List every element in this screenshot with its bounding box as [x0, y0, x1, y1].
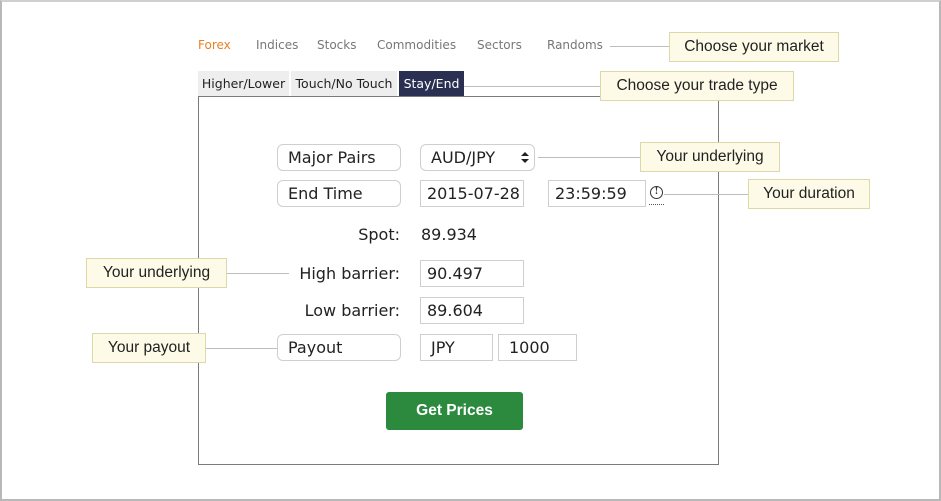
- leader-line-payout: [206, 348, 277, 349]
- callout-your-underlying-left: Your underlying: [86, 258, 227, 288]
- high-barrier-value: 90.497: [427, 264, 483, 283]
- spot-label: Spot:: [358, 225, 400, 244]
- get-prices-button[interactable]: Get Prices: [386, 392, 523, 430]
- amount-input[interactable]: 1000: [498, 334, 577, 361]
- amount-value: 1000: [509, 338, 550, 357]
- end-date-value: 2015-07-28: [427, 184, 520, 203]
- spot-value: 89.934: [421, 225, 477, 244]
- low-barrier-label: Low barrier:: [304, 301, 400, 320]
- currency-value: JPY: [431, 338, 455, 357]
- payout-select-value: Payout: [288, 338, 343, 357]
- market-tab-sectors[interactable]: Sectors: [477, 38, 522, 52]
- underlying-select-value: AUD/JPY: [431, 148, 496, 167]
- high-barrier-label: High barrier:: [299, 264, 400, 283]
- market-tab-commodities[interactable]: Commodities: [377, 38, 456, 52]
- callout-your-underlying-right: Your underlying: [640, 142, 780, 172]
- leader-line-market: [610, 46, 669, 47]
- end-date-input[interactable]: 2015-07-28: [420, 180, 524, 207]
- end-time-input[interactable]: 23:59:59: [548, 180, 646, 207]
- leader-line-duration: [664, 194, 748, 195]
- info-underline: [649, 204, 664, 205]
- leader-line-underlying-left: [227, 273, 289, 274]
- low-barrier-value: 89.604: [427, 301, 483, 320]
- low-barrier-input[interactable]: 89.604: [420, 297, 524, 324]
- underlying-select[interactable]: AUD/JPY: [420, 144, 535, 171]
- market-tab-indices[interactable]: Indices: [256, 38, 298, 52]
- market-tab-forex[interactable]: Forex: [198, 38, 231, 52]
- callout-choose-trade-type: Choose your trade type: [600, 71, 794, 101]
- leader-line-trade-type: [464, 86, 600, 87]
- market-select-value: Major Pairs: [288, 148, 376, 167]
- tab-stay-end[interactable]: Stay/End: [399, 71, 464, 97]
- select-arrows-icon: [521, 152, 529, 163]
- leader-line-underlying-right: [538, 157, 640, 158]
- callout-choose-market: Choose your market: [669, 32, 839, 62]
- market-select[interactable]: Major Pairs: [277, 144, 401, 171]
- info-circle-icon[interactable]: !: [650, 186, 663, 199]
- duration-type-select[interactable]: End Time: [277, 180, 401, 207]
- callout-your-duration: Your duration: [748, 179, 870, 209]
- tab-touch-no-touch[interactable]: Touch/No Touch: [291, 71, 397, 97]
- end-time-value: 23:59:59: [555, 184, 627, 203]
- payout-select[interactable]: Payout: [277, 334, 401, 361]
- callout-your-payout: Your payout: [92, 333, 206, 363]
- currency-select[interactable]: JPY: [420, 334, 493, 361]
- high-barrier-input[interactable]: 90.497: [420, 260, 524, 287]
- market-tab-stocks[interactable]: Stocks: [317, 38, 356, 52]
- tab-higher-lower[interactable]: Higher/Lower: [198, 71, 289, 97]
- market-tab-randoms[interactable]: Randoms: [547, 38, 603, 52]
- duration-type-value: End Time: [288, 184, 363, 203]
